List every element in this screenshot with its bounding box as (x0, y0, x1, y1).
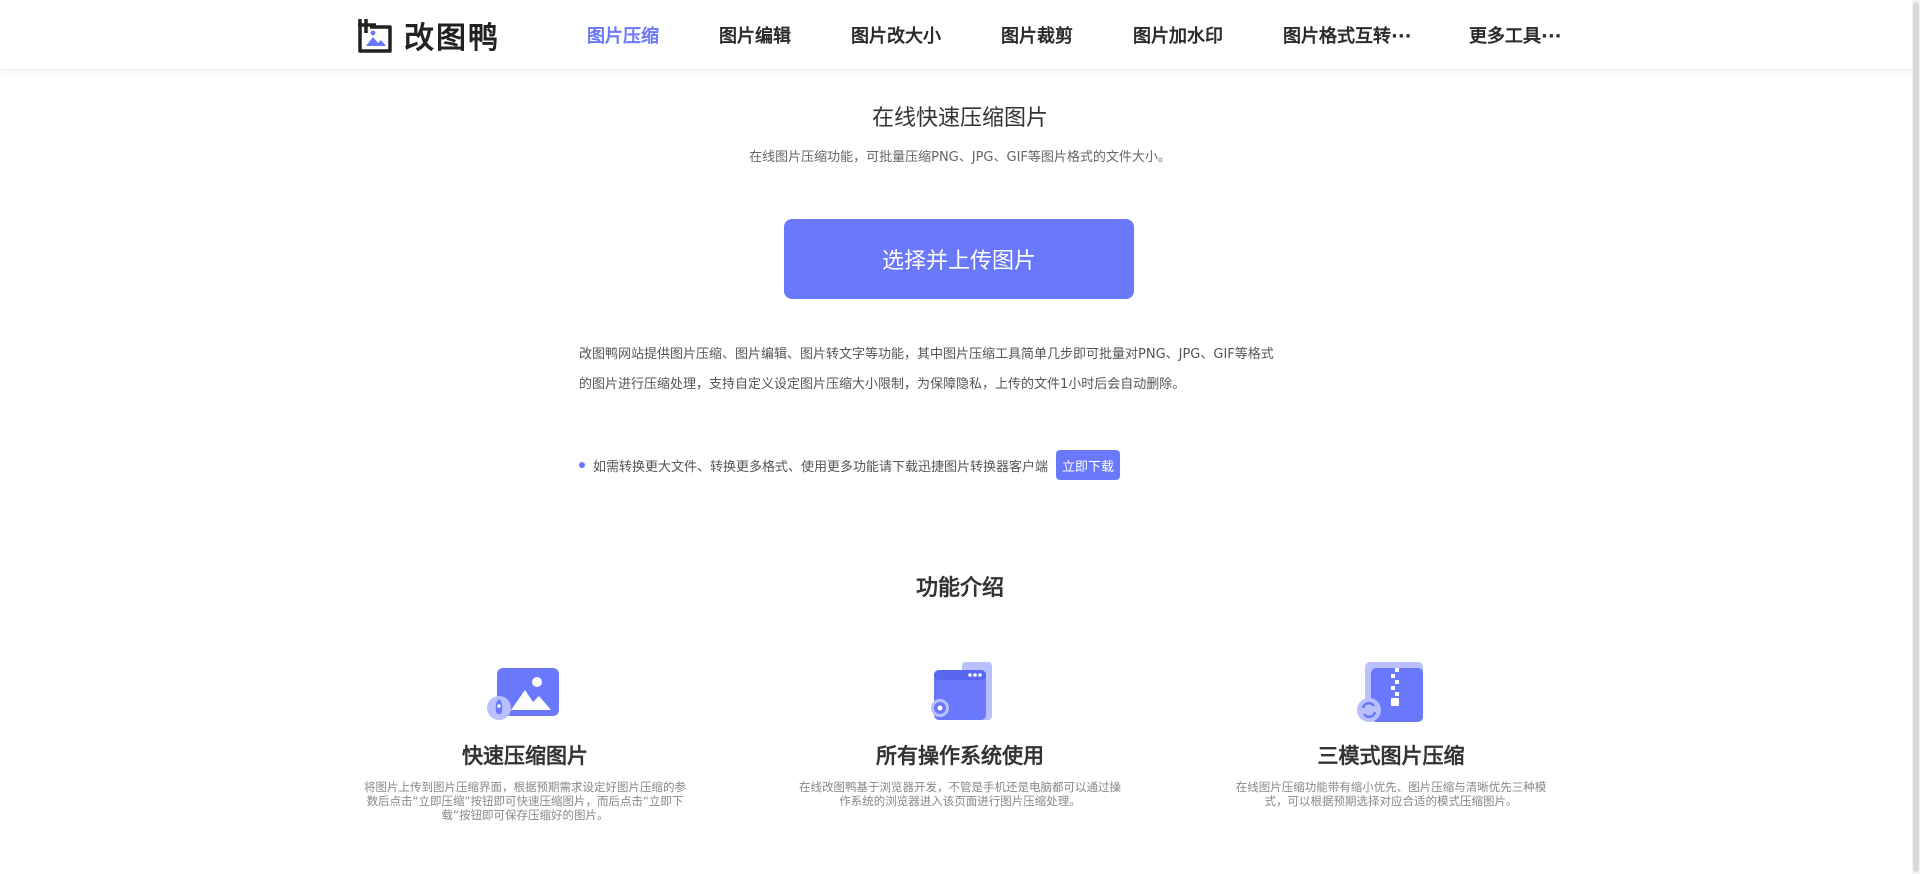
intro-line-1: 改图鸭网站提供图片压缩、图片编辑、图片转文字等功能，其中图片压缩工具简单几步即可… (579, 347, 1274, 362)
page-title: 在线快速压缩图片 (871, 106, 1048, 131)
feature-card-three-modes: 三模式图片压缩 在线图片压缩功能带有缩小优先、图片压缩与清晰优先三种模式，可以根… (1221, 660, 1561, 808)
intro-text: 改图鸭网站提供图片压缩、图片编辑、图片转文字等功能，其中图片压缩工具简单几步即可… (579, 340, 1339, 400)
intro-line-2: 的图片进行压缩处理，支持自定义设定图片压缩大小限制，为保障隐私，上传的文件1小时… (579, 377, 1186, 392)
image-rocket-icon (487, 668, 559, 720)
nav-item-format-convert[interactable]: 图片格式互转··· (1283, 22, 1412, 48)
page-scrollbar[interactable] (1912, 0, 1920, 874)
zip-file-refresh-icon (1357, 662, 1423, 722)
main-nav: 图片压缩 图片编辑 图片改大小 图片裁剪 图片加水印 图片格式互转··· 更多工… (0, 0, 1920, 70)
feature-title-fast-compress: 快速压缩图片 (462, 744, 588, 768)
feature-card-all-os: 所有操作系统使用 在线改图鸭基于浏览器开发，不管是手机还是电脑都可以通过操作系统… (790, 660, 1130, 808)
feature-title-all-os: 所有操作系统使用 (876, 744, 1044, 768)
nav-item-more-tools[interactable]: 更多工具··· (1469, 22, 1562, 48)
feature-desc-fast-compress: 将图片上传到图片压缩界面，根据预期需求设定好图片压缩的参数后点击“立即压缩”按钮… (364, 780, 686, 822)
download-now-button[interactable]: 立即下载 (1056, 450, 1121, 480)
download-tip: 如需转换更大文件、转换更多格式、使用更多功能请下载迅捷图片转换器客户端 立即下载 (579, 450, 1121, 480)
browser-gear-icon (931, 662, 992, 720)
nav-item-watermark[interactable]: 图片加水印 (1133, 22, 1223, 48)
page-subtitle: 在线图片压缩功能，可批量压缩PNG、JPG、GIF等图片格式的文件大小。 (749, 150, 1171, 165)
upload-image-button[interactable]: 选择并上传图片 (784, 219, 1134, 299)
nav-item-crop[interactable]: 图片裁剪 (1001, 22, 1073, 48)
download-tip-text: 如需转换更大文件、转换更多格式、使用更多功能请下载迅捷图片转换器客户端 (593, 459, 1049, 475)
nav-item-resize[interactable]: 图片改大小 (851, 22, 941, 48)
feature-card-fast-compress: 快速压缩图片 将图片上传到图片压缩界面，根据预期需求设定好图片压缩的参数后点击“… (355, 660, 695, 822)
feature-desc-all-os: 在线改图鸭基于浏览器开发，不管是手机还是电脑都可以通过操作系统的浏览器进入该页面… (799, 780, 1121, 808)
scrollbar-thumb[interactable] (1913, 2, 1919, 872)
nav-item-compress[interactable]: 图片压缩 (587, 22, 659, 48)
feature-title-three-modes: 三模式图片压缩 (1317, 744, 1465, 768)
features-section-title: 功能介绍 (915, 576, 1004, 601)
feature-desc-three-modes: 在线图片压缩功能带有缩小优先、图片压缩与清晰优先三种模式，可以根据预期选择对应合… (1235, 780, 1547, 808)
bullet-dot-icon (579, 462, 585, 468)
top-header: 改图鸭 图片压缩 图片编辑 图片改大小 图片裁剪 图片加水印 图片格式互转···… (0, 0, 1920, 70)
nav-item-edit[interactable]: 图片编辑 (719, 22, 791, 48)
